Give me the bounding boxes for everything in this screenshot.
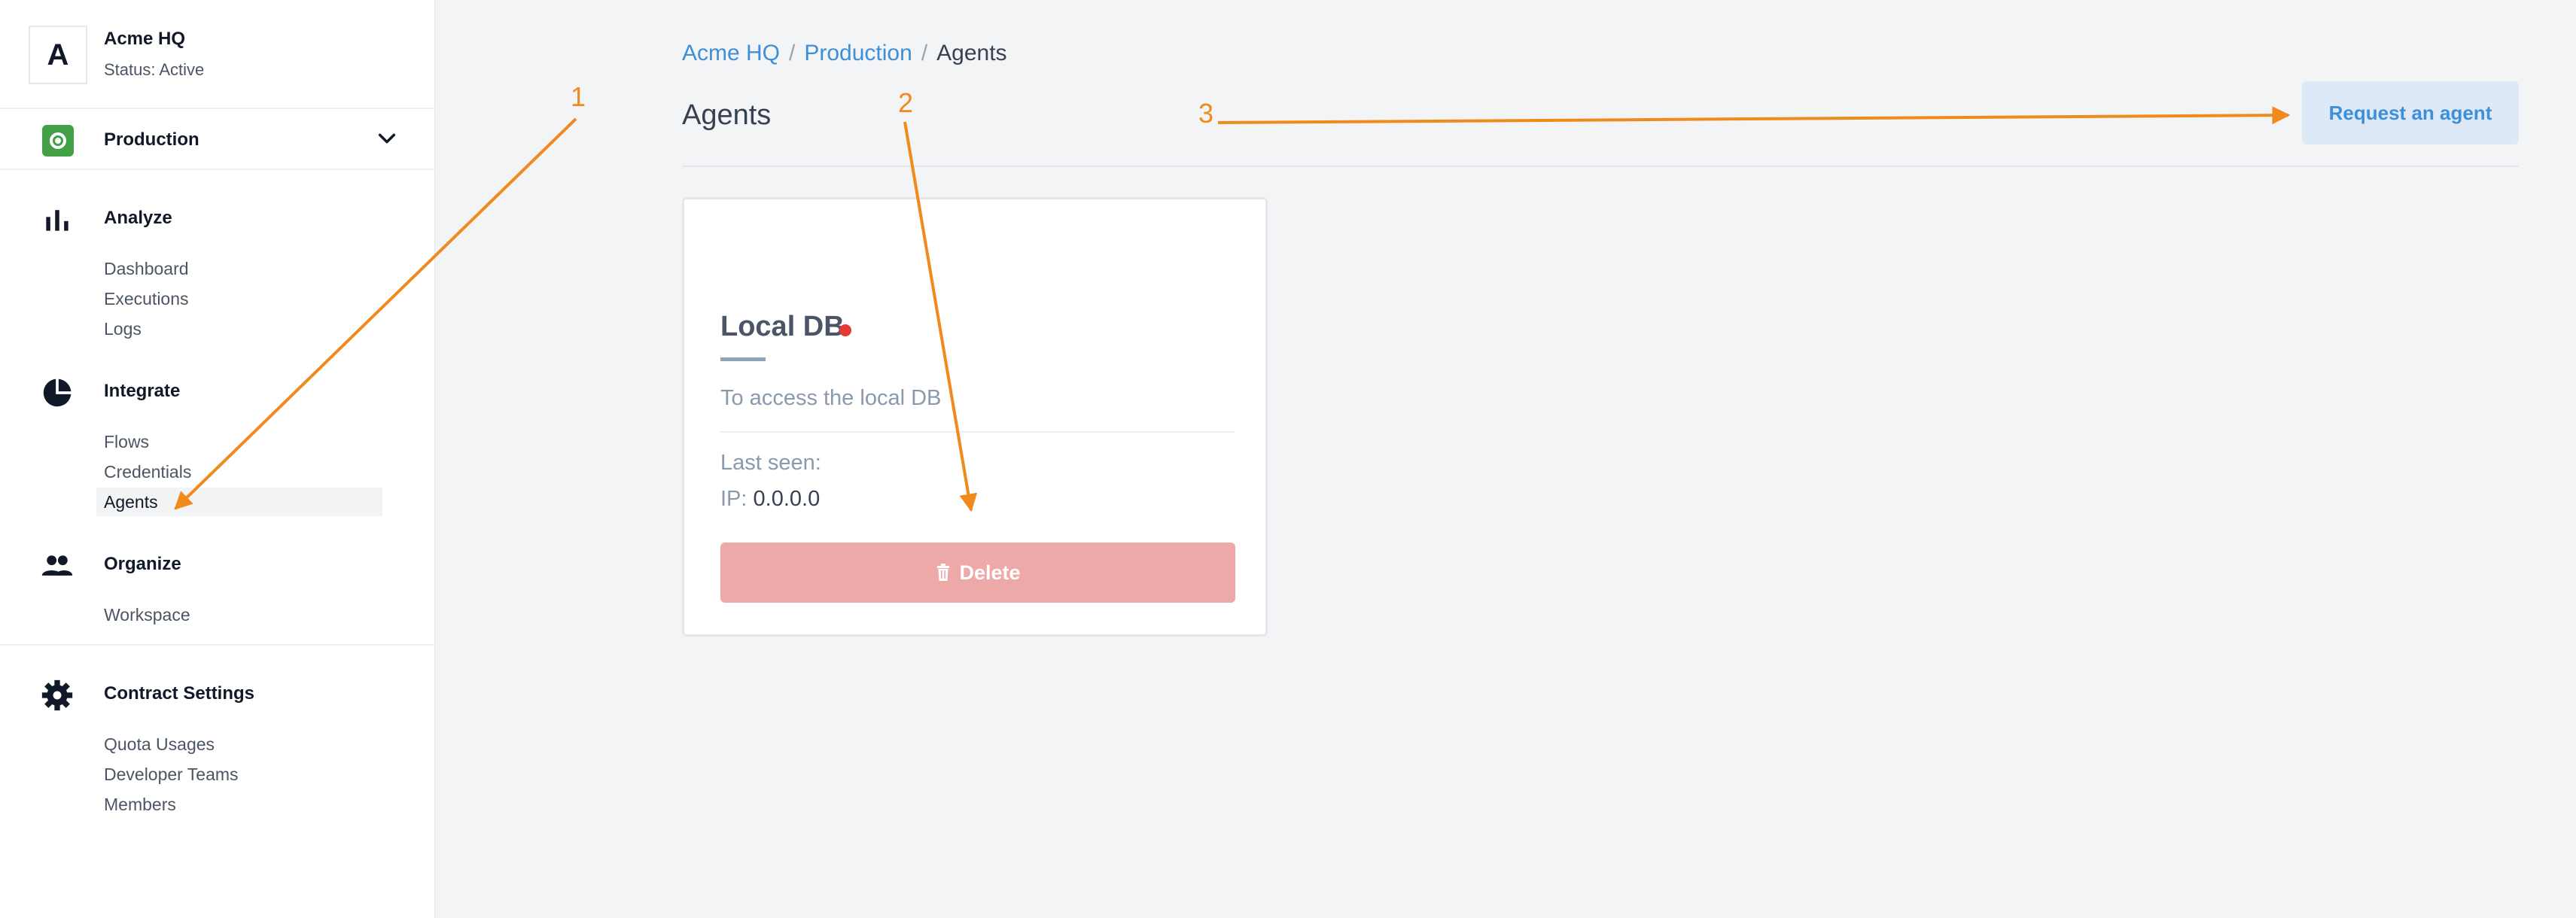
sidebar-item-flows[interactable]: Flows xyxy=(96,427,382,456)
annotation-label-3: 3 xyxy=(1198,98,1214,129)
org-name: Acme HQ xyxy=(104,29,186,49)
environment-icon xyxy=(42,125,74,157)
environment-selector[interactable]: Production xyxy=(0,110,435,169)
sidebar-item-credentials[interactable]: Credentials xyxy=(96,457,382,486)
ip-label: IP: xyxy=(720,487,748,511)
trash-icon xyxy=(937,564,950,581)
breadcrumb-current: Agents xyxy=(936,41,1007,65)
breadcrumb-environment-link[interactable]: Production xyxy=(804,41,912,65)
card-divider xyxy=(720,431,1235,433)
last-seen-label: Last seen: xyxy=(720,451,821,475)
bar-chart-icon xyxy=(46,210,69,231)
annotation-arrow-3 xyxy=(1217,106,2291,125)
sidebar-item-workspace[interactable]: Workspace xyxy=(96,600,382,629)
agent-name: Local DB xyxy=(720,311,845,342)
section-label: Contract Settings xyxy=(104,683,255,704)
sidebar-item-developer-teams[interactable]: Developer Teams xyxy=(96,760,382,789)
divider xyxy=(0,644,435,646)
sidebar-item-logs[interactable]: Logs xyxy=(96,315,382,343)
section-contract-settings: Contract Settings xyxy=(0,673,435,711)
section-label: Organize xyxy=(104,554,181,574)
agent-card: Local DB To access the local DB Last see… xyxy=(682,197,1268,637)
breadcrumb-separator: / xyxy=(921,41,928,65)
sidebar-item-dashboard[interactable]: Dashboard xyxy=(96,254,382,283)
section-label: Analyze xyxy=(104,208,172,228)
divider xyxy=(0,108,435,109)
page-title: Agents xyxy=(682,99,772,131)
delete-label: Delete xyxy=(959,561,1021,584)
breadcrumb-org-link[interactable]: Acme HQ xyxy=(682,41,780,65)
header-divider xyxy=(682,166,2519,167)
sidebar: A Acme HQ Status: Active Production Anal… xyxy=(0,0,435,918)
people-icon xyxy=(41,555,73,576)
section-analyze: Analyze xyxy=(0,197,435,235)
breadcrumb-separator: / xyxy=(789,41,796,65)
pie-chart-icon xyxy=(43,378,72,407)
delete-agent-button[interactable]: Delete xyxy=(720,543,1235,603)
sidebar-item-agents[interactable]: Agents xyxy=(96,488,382,516)
agent-description: To access the local DB xyxy=(720,386,942,410)
org-status: Status: Active xyxy=(104,60,205,79)
ip-value: 0.0.0.0 xyxy=(753,487,821,511)
section-label: Integrate xyxy=(104,381,181,401)
divider xyxy=(0,169,435,170)
request-agent-button[interactable]: Request an agent xyxy=(2302,81,2519,144)
annotation-label-2: 2 xyxy=(898,87,914,118)
agent-ip: IP: 0.0.0.0 xyxy=(720,487,820,512)
environment-label: Production xyxy=(104,129,199,150)
section-integrate: Integrate xyxy=(0,370,435,408)
name-underline xyxy=(720,357,766,361)
sidebar-item-executions[interactable]: Executions xyxy=(96,284,382,313)
gear-icon xyxy=(41,679,73,711)
chevron-down-icon[interactable] xyxy=(376,128,397,149)
sidebar-item-quota-usages[interactable]: Quota Usages xyxy=(96,730,382,758)
org-avatar: A xyxy=(29,26,87,84)
breadcrumb: Acme HQ / Production / Agents xyxy=(682,41,1007,66)
annotation-label-1: 1 xyxy=(571,81,586,112)
section-organize: Organize xyxy=(0,543,435,581)
sidebar-item-members[interactable]: Members xyxy=(96,790,382,819)
org-switcher[interactable]: A Acme HQ Status: Active xyxy=(29,26,204,84)
agent-status-dot xyxy=(839,324,851,336)
